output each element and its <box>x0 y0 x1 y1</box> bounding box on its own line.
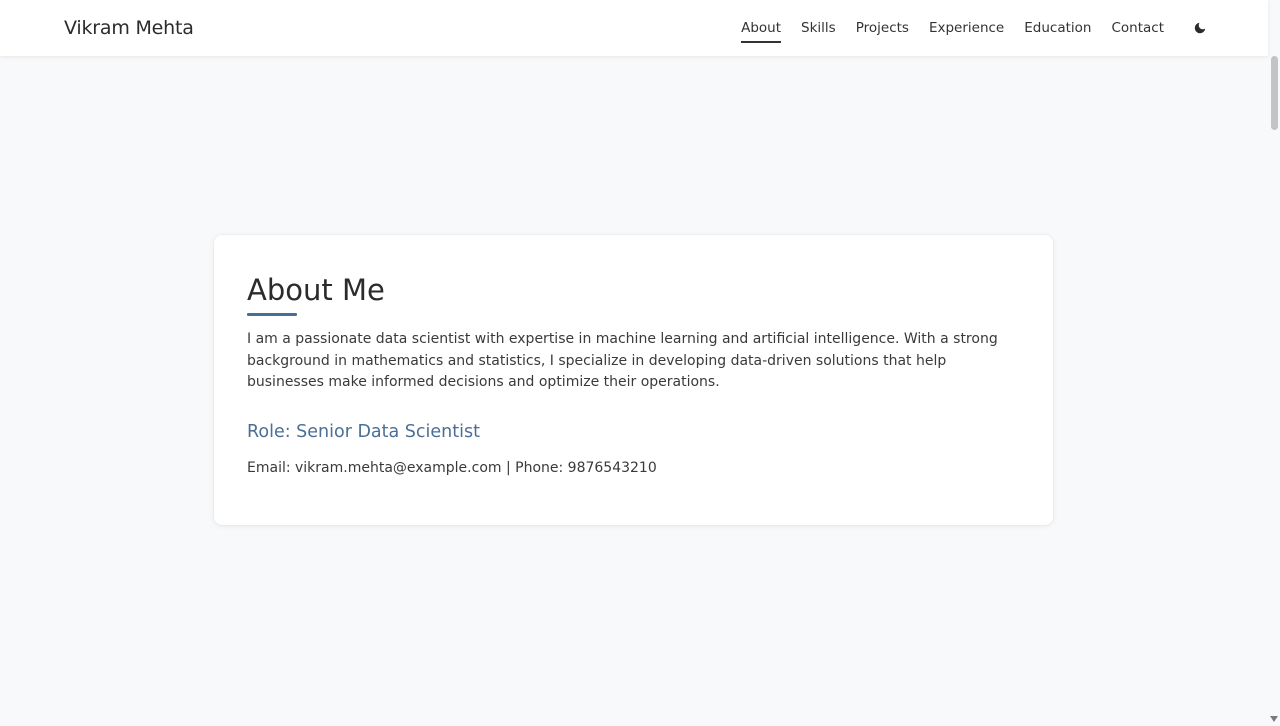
nav-link-experience[interactable]: Experience <box>929 18 1004 39</box>
role-heading: Role: Senior Data Scientist <box>247 421 480 442</box>
contact-info: Email: vikram.mehta@example.com | Phone:… <box>247 459 657 476</box>
vertical-scrollbar[interactable] <box>1268 0 1280 726</box>
nav-link-skills[interactable]: Skills <box>801 18 836 39</box>
moon-icon <box>1194 22 1206 34</box>
scrollbar-thumb[interactable] <box>1271 56 1278 130</box>
nav-links: About Skills Projects Experience Educati… <box>741 0 1208 56</box>
nav-link-about[interactable]: About <box>741 18 781 43</box>
navbar: Vikram Mehta About Skills Projects Exper… <box>0 0 1268 56</box>
theme-toggle-button[interactable] <box>1192 20 1208 36</box>
about-text: I am a passionate data scientist with ex… <box>247 331 998 390</box>
nav-link-education[interactable]: Education <box>1024 18 1091 39</box>
brand-name[interactable]: Vikram Mehta <box>64 17 194 39</box>
nav-link-contact[interactable]: Contact <box>1111 18 1164 39</box>
nav-link-projects[interactable]: Projects <box>856 18 909 39</box>
scroll-down-arrow-icon[interactable] <box>1270 716 1278 722</box>
about-section: About Me I am a passionate data scientis… <box>214 235 1053 525</box>
section-title: About Me <box>247 273 385 307</box>
title-underline <box>247 313 297 316</box>
